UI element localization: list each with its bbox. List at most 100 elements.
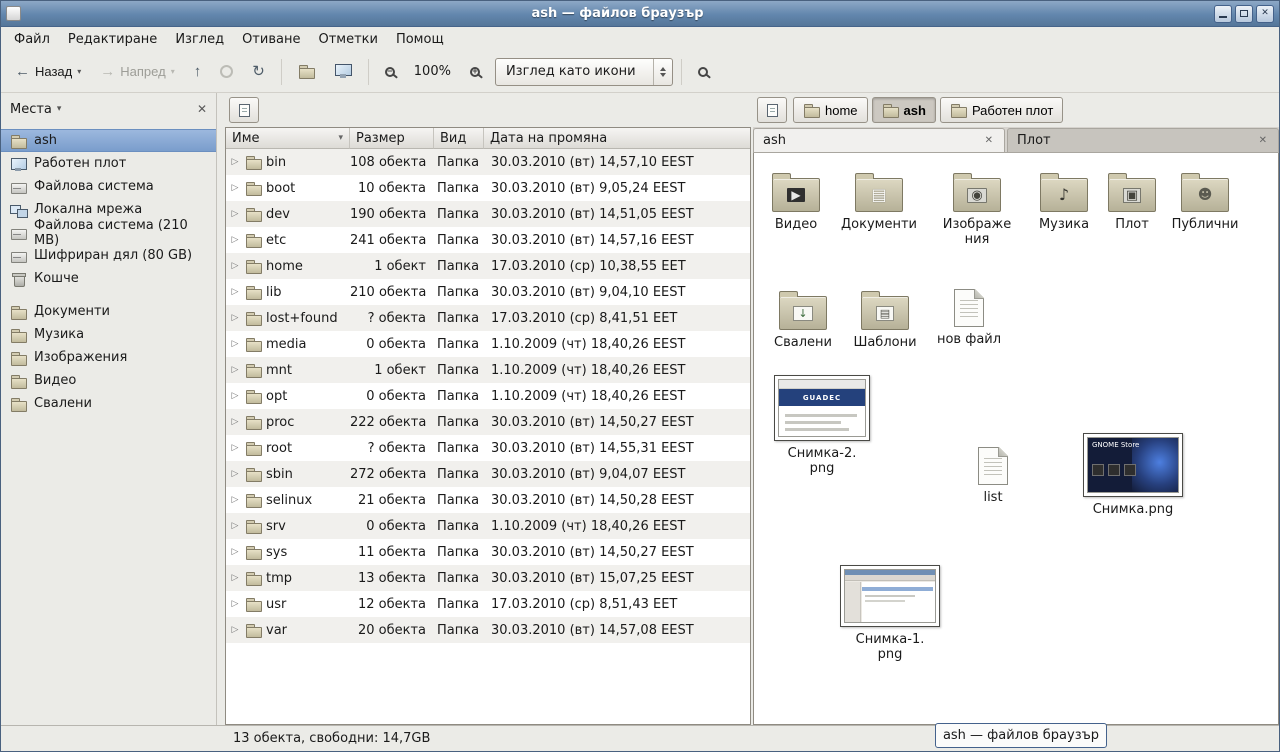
pathbar-button[interactable]: ash (872, 97, 936, 123)
expander-icon[interactable]: ▷ (229, 443, 241, 453)
computer-button[interactable] (326, 56, 360, 88)
tree-row[interactable]: ▷ var 20 обекта Папка 30.03.2010 (вт) 14… (226, 617, 750, 643)
icon-item-templates[interactable]: Шаблони (845, 289, 925, 350)
expander-icon[interactable]: ▷ (229, 573, 241, 583)
pane-toggle-button[interactable] (229, 97, 259, 123)
titlebar[interactable]: ash — файлов браузър ✕ (1, 1, 1279, 27)
sidebar-close-button[interactable]: ✕ (197, 102, 207, 116)
forward-icon: → (100, 64, 115, 79)
search-button[interactable] (690, 56, 716, 88)
expander-icon[interactable]: ▷ (229, 287, 241, 297)
tree-row[interactable]: ▷ mnt 1 обект Папка 1.10.2009 (чт) 18,40… (226, 357, 750, 383)
tree-row[interactable]: ▷ dev 190 обекта Папка 30.03.2010 (вт) 1… (226, 201, 750, 227)
zoom-in-button[interactable]: + (462, 56, 488, 88)
pathbar-button[interactable]: home (793, 97, 868, 123)
tree-row[interactable]: ▷ proc 222 обекта Папка 30.03.2010 (вт) … (226, 409, 750, 435)
tab-ash[interactable]: ash ✕ (753, 128, 1005, 152)
places-item[interactable]: Изображения (1, 346, 216, 369)
expander-icon[interactable]: ▷ (229, 417, 241, 427)
icon-item-snimka-2[interactable]: GUADEC Снимка-2.png (770, 375, 874, 476)
tree-row[interactable]: ▷ selinux 21 обекта Папка 30.03.2010 (вт… (226, 487, 750, 513)
tree-row[interactable]: ▷ bin 108 обекта Папка 30.03.2010 (вт) 1… (226, 149, 750, 175)
expander-icon[interactable]: ▷ (229, 261, 241, 271)
sidebar-mode-dropdown-icon[interactable]: ▾ (57, 104, 62, 114)
expander-icon[interactable]: ▷ (229, 495, 241, 505)
minimize-button[interactable] (1214, 5, 1232, 23)
expander-icon[interactable]: ▷ (229, 339, 241, 349)
places-item[interactable]: Файлова система (1, 175, 216, 198)
expander-icon[interactable]: ▷ (229, 599, 241, 609)
icon-item-documents[interactable]: Документи (839, 171, 919, 232)
icon-item-new-file[interactable]: нов файл (929, 287, 1009, 347)
menu-item[interactable]: Файл (5, 27, 59, 51)
back-button[interactable]: ← Назад ▾ (7, 56, 89, 88)
tree-row[interactable]: ▷ sys 11 обекта Папка 30.03.2010 (вт) 14… (226, 539, 750, 565)
reload-button[interactable]: ↻ (244, 56, 273, 88)
column-header-name[interactable]: Име▾ (226, 128, 350, 149)
up-button[interactable]: ↑ (186, 56, 210, 88)
menu-item[interactable]: Отиване (233, 27, 309, 51)
icon-item-video[interactable]: Видео (756, 171, 836, 232)
tree-row[interactable]: ▷ media 0 обекта Папка 1.10.2009 (чт) 18… (226, 331, 750, 357)
expander-icon[interactable]: ▷ (229, 365, 241, 375)
tree-row[interactable]: ▷ boot 10 обекта Папка 30.03.2010 (вт) 9… (226, 175, 750, 201)
home-button[interactable] (290, 56, 323, 88)
expander-icon[interactable]: ▷ (229, 521, 241, 531)
icon-item-list[interactable]: list (953, 445, 1033, 505)
close-button[interactable]: ✕ (1256, 5, 1274, 23)
places-item[interactable]: Свалени (1, 392, 216, 415)
places-item[interactable]: Музика (1, 323, 216, 346)
tab-close-icon[interactable]: ✕ (1257, 135, 1269, 146)
pathbar-button[interactable]: Работен плот (940, 97, 1063, 123)
expander-icon[interactable]: ▷ (229, 157, 241, 167)
expander-icon[interactable]: ▷ (229, 625, 241, 635)
tree-row[interactable]: ▷ root ? обекта Папка 30.03.2010 (вт) 14… (226, 435, 750, 461)
tree-row[interactable]: ▷ lost+found ? обекта Папка 17.03.2010 (… (226, 305, 750, 331)
icon-item-snimka[interactable]: GNOME Store Снимка.png (1079, 433, 1187, 517)
maximize-button[interactable] (1235, 5, 1253, 23)
stop-button[interactable] (212, 56, 241, 88)
zoom-out-button[interactable]: − (377, 56, 403, 88)
icon-item-pictures[interactable]: Изображения (937, 171, 1017, 247)
menu-item[interactable]: Отметки (309, 27, 386, 51)
tree-row[interactable]: ▷ home 1 обект Папка 17.03.2010 (ср) 10,… (226, 253, 750, 279)
column-header-type[interactable]: Вид (434, 128, 484, 149)
tree-row[interactable]: ▷ usr 12 обекта Папка 17.03.2010 (ср) 8,… (226, 591, 750, 617)
menu-item[interactable]: Изглед (166, 27, 233, 51)
expander-icon[interactable]: ▷ (229, 183, 241, 193)
expander-icon[interactable]: ▷ (229, 313, 241, 323)
expander-icon[interactable]: ▷ (229, 209, 241, 219)
tree-row[interactable]: ▷ opt 0 обекта Папка 1.10.2009 (чт) 18,4… (226, 383, 750, 409)
row-type: Папка (434, 155, 484, 170)
icon-item-desktop[interactable]: Плот (1092, 171, 1172, 232)
menu-item[interactable]: Помощ (387, 27, 453, 51)
tab-close-icon[interactable]: ✕ (983, 135, 995, 146)
tree-row[interactable]: ▷ etc 241 обекта Папка 30.03.2010 (вт) 1… (226, 227, 750, 253)
row-size: 13 обекта (350, 571, 434, 586)
places-item[interactable]: Документи (1, 300, 216, 323)
places-item[interactable]: Шифриран дял (80 GB) (1, 244, 216, 267)
tree-row[interactable]: ▷ srv 0 обекта Папка 1.10.2009 (чт) 18,4… (226, 513, 750, 539)
view-mode-dropdown[interactable]: Изглед като икони (495, 58, 673, 86)
places-item[interactable]: Работен плот (1, 152, 216, 175)
tree-row[interactable]: ▷ sbin 272 обекта Папка 30.03.2010 (вт) … (226, 461, 750, 487)
tree-row[interactable]: ▷ tmp 13 обекта Папка 30.03.2010 (вт) 15… (226, 565, 750, 591)
forward-button[interactable]: → Напред ▾ (92, 56, 182, 88)
places-item[interactable]: Файлова система (210 MB) (1, 221, 216, 244)
pane-toggle-button[interactable] (757, 97, 787, 123)
expander-icon[interactable]: ▷ (229, 235, 241, 245)
tree-row[interactable]: ▷ lib 210 обекта Папка 30.03.2010 (вт) 9… (226, 279, 750, 305)
icon-item-public[interactable]: Публични (1165, 171, 1245, 232)
places-item[interactable]: Кошче (1, 267, 216, 290)
menu-item[interactable]: Редактиране (59, 27, 166, 51)
expander-icon[interactable]: ▷ (229, 469, 241, 479)
expander-icon[interactable]: ▷ (229, 391, 241, 401)
tab-plot[interactable]: Плот ✕ (1007, 128, 1279, 152)
places-item[interactable]: ash (1, 129, 216, 152)
icon-item-downloads[interactable]: Свалени (763, 289, 843, 350)
expander-icon[interactable]: ▷ (229, 547, 241, 557)
column-header-date[interactable]: Дата на промяна (484, 128, 750, 149)
column-header-size[interactable]: Размер (350, 128, 434, 149)
places-item[interactable]: Видео (1, 369, 216, 392)
icon-item-snimka-1[interactable]: Снимка-1.png (836, 565, 944, 662)
